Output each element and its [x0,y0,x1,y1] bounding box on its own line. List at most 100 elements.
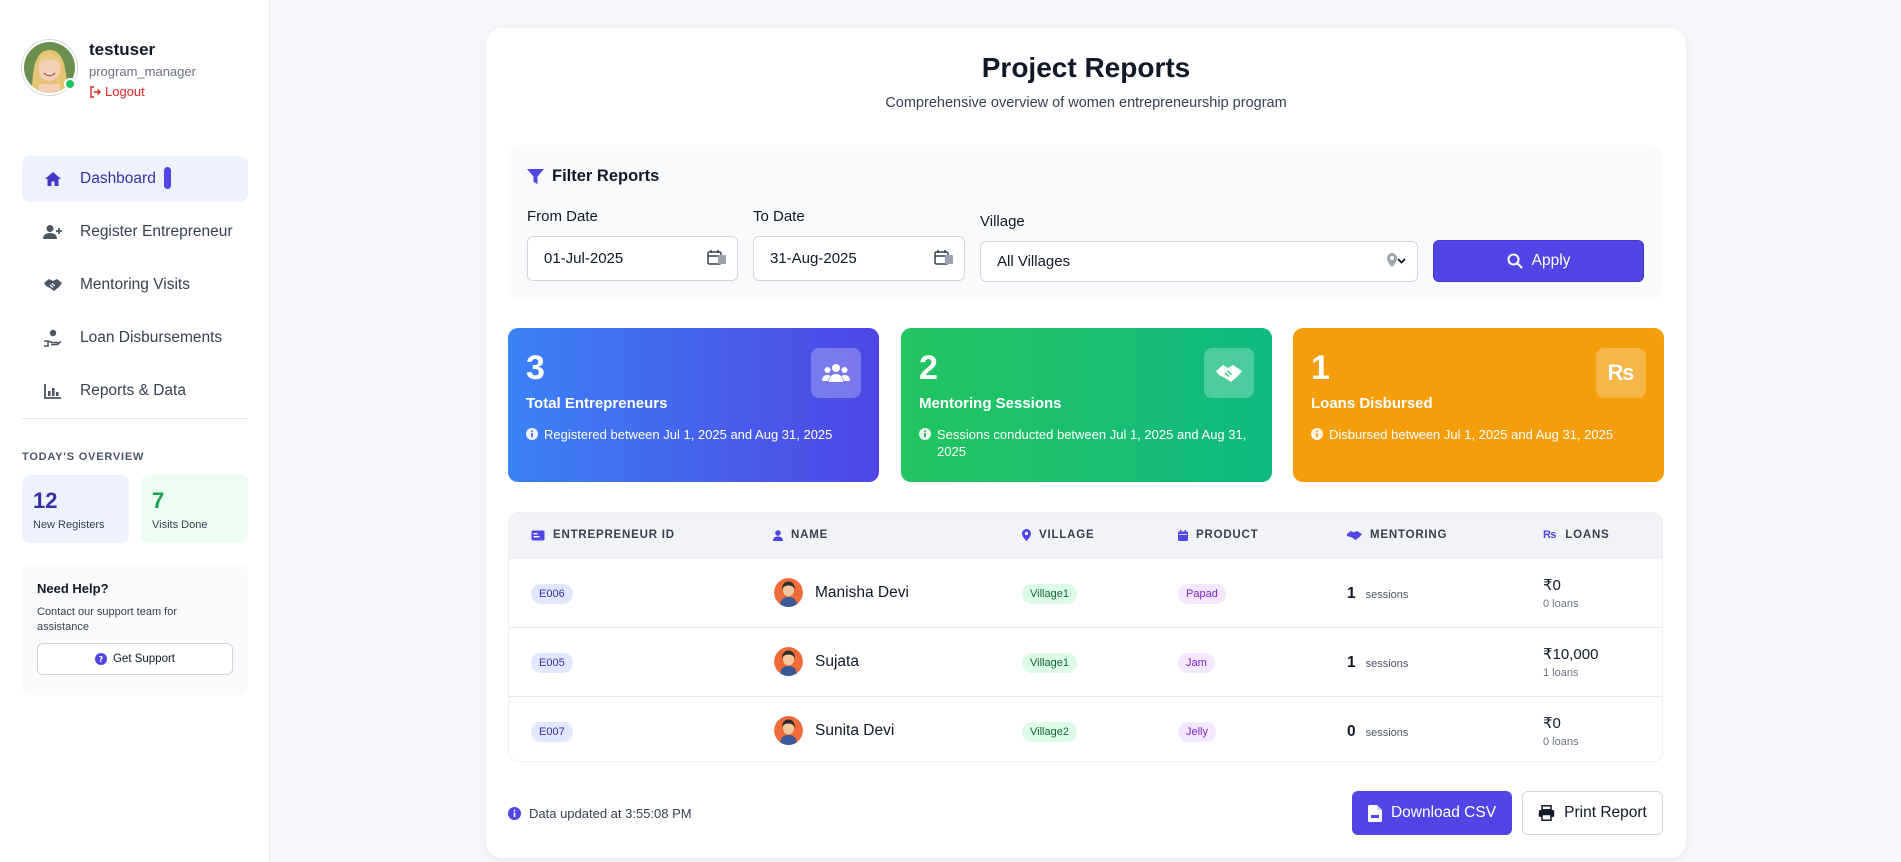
entrepreneur-name: Sujata [815,652,859,670]
sessions-count: 1 [1347,585,1356,602]
new-registers-value: 12 [33,488,58,513]
village-label: Village [980,213,1025,230]
get-support-label: Get Support [112,653,175,665]
column-header-label: Name [791,529,829,541]
column-header-name[interactable]: Name [773,529,828,541]
sidebar-item-label: Mentoring Visits [80,276,190,293]
kpi-description: Disbursed between Jul 1, 2025 and Aug 31… [1311,426,1646,443]
kpi-mentoring-sessions: 2 Mentoring Sessions Sessions conducted … [901,328,1272,482]
mentoring-cell: 0 sessions [1347,723,1408,741]
entrepreneur-id-badge: E006 [531,584,573,604]
column-header-label: Entrepreneur ID [553,529,675,541]
loan-count: 0 loans [1543,736,1579,748]
info-icon [919,426,931,460]
avatar [774,716,803,745]
logout-link[interactable]: Logout [89,84,196,99]
download-csv-button[interactable]: Download CSV [1352,791,1512,835]
search-icon [1507,253,1523,269]
mentoring-cell: 1 sessions [1347,654,1408,672]
column-header-product[interactable]: Product [1178,529,1258,541]
info-icon [526,426,538,443]
from-date-field[interactable]: 01-Jul-2025 [527,236,738,281]
to-date-label: To Date [753,208,805,225]
kpi-total-entrepreneurs: 3 Total Entrepreneurs Registered between… [508,328,879,482]
page-subtitle: Comprehensive overview of women entrepre… [885,95,1287,111]
sidebar-item-loan-disbursements[interactable]: Loan Disbursements [22,315,248,361]
map-pin-icon [1022,529,1031,541]
get-support-button[interactable]: ? Get Support [37,643,233,675]
loan-amount: ₹0 [1543,577,1561,594]
data-updated-text: Data updated at 3:55:08 PM [529,806,692,821]
rupee-icon: ₨ [1596,348,1646,398]
user-name: testuser [89,40,156,59]
print-report-label: Print Report [1564,804,1647,821]
hand-coin-icon [42,329,64,347]
village-badge: Village1 [1022,653,1077,673]
new-registers-stat: 12 New Registers [22,475,129,543]
sidebar: testuser program_manager Logout Dashboar… [0,0,270,862]
column-header-label: Product [1196,529,1259,541]
mentoring-cell: 1 sessions [1347,585,1408,603]
column-header-mentoring[interactable]: Mentoring [1347,529,1447,541]
kpi-description-text: Sessions conducted between Jul 1, 2025 a… [937,427,1247,459]
avatar[interactable] [22,40,77,95]
visits-done-label: Visits Done [152,519,208,531]
print-report-button[interactable]: Print Report [1522,791,1663,835]
entrepreneur-name-cell: Manisha Devi [774,578,909,607]
filter-panel: Filter Reports From Date 01-Jul-2025 To … [508,145,1663,299]
help-title: Need Help? [37,581,109,596]
data-updated-note: Data updated at 3:55:08 PM [508,806,692,821]
file-csv-icon [1367,804,1382,822]
avatar [774,578,803,607]
page-title: Project Reports [981,52,1191,83]
sidebar-item-label: Reports & Data [80,382,186,399]
table-row[interactable]: E006 Manisha Devi Village1 Papad 1 sessi… [509,559,1662,628]
product-badge: Papad [1178,584,1226,604]
column-header-id[interactable]: Entrepreneur ID [531,529,675,541]
kpi-loans-disbursed: 1 Loans Disbursed Disbursed between Jul … [1293,328,1664,482]
user-icon [773,529,783,541]
kpi-description: Sessions conducted between Jul 1, 2025 a… [919,426,1254,460]
village-select[interactable]: All Villages [980,241,1418,282]
calendar-icon[interactable] [934,249,954,267]
rupee-icon: ₨ [1543,529,1558,541]
to-date-value: 31-Aug-2025 [770,250,857,267]
calendar-icon [1178,529,1188,541]
download-csv-label: Download CSV [1390,804,1497,821]
sidebar-divider [22,418,248,419]
filter-title: Filter Reports [527,167,659,186]
handshake-icon [42,277,64,293]
entrepreneur-name: Manisha Devi [815,583,909,601]
table-header: Entrepreneur ID Name Village Product Men… [509,513,1662,559]
reports-card: Project Reports Comprehensive overview o… [486,28,1686,858]
to-date-field[interactable]: 31-Aug-2025 [753,236,965,281]
table-row[interactable]: E007 Sunita Devi Village2 Jelly 0 sessio… [509,697,1662,761]
from-date-label: From Date [527,208,598,225]
user-plus-icon [42,224,64,240]
apply-label: Apply [1531,252,1571,269]
column-header-label: Loans [1565,529,1610,541]
sidebar-item-label: Register Entrepreneur [80,223,233,240]
sidebar-item-mentoring-visits[interactable]: Mentoring Visits [22,262,248,308]
info-icon [1311,426,1323,443]
kpi-description: Registered between Jul 1, 2025 and Aug 3… [526,426,861,443]
logout-icon [89,85,101,98]
column-header-loans[interactable]: ₨ Loans [1543,529,1610,541]
question-circle-icon: ? [94,653,107,665]
chart-icon [42,383,64,399]
user-role: program_manager [89,64,196,79]
sidebar-item-reports-data[interactable]: Reports & Data [22,368,248,414]
sessions-unit: sessions [1365,589,1409,601]
entrepreneur-name-cell: Sujata [774,647,859,676]
table-row[interactable]: E005 Sujata Village1 Jam 1 sessions ₹10,… [509,628,1662,697]
column-header-village[interactable]: Village [1022,529,1094,541]
calendar-icon[interactable] [707,249,727,267]
sidebar-item-label: Loan Disbursements [80,329,223,346]
handshake-icon [1204,348,1254,398]
overview-heading: TODAY'S OVERVIEW [22,451,145,463]
column-header-label: Mentoring [1370,529,1448,541]
help-card: Need Help? Contact our support team for … [22,565,248,695]
apply-button[interactable]: Apply [1433,240,1644,282]
sidebar-item-dashboard[interactable]: Dashboard [22,156,248,202]
sidebar-item-register-entrepreneur[interactable]: Register Entrepreneur [22,209,248,255]
